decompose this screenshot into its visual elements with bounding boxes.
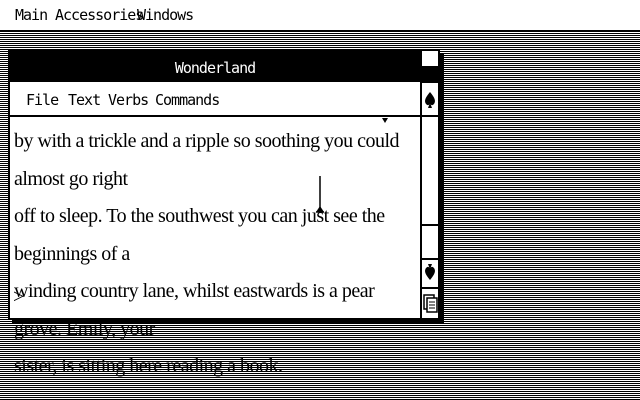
command-prompt[interactable]: > [13, 286, 24, 309]
wonderland-window: Wonderland File Text Verbs Commands by w… [8, 49, 440, 377]
story-line: winding country lane, whilst eastwards i… [14, 280, 375, 340]
scroll-thumb[interactable] [422, 224, 438, 260]
scroll-up-button[interactable] [422, 83, 438, 117]
menu-commands[interactable]: Commands [155, 91, 220, 109]
spade-down-icon [425, 264, 435, 280]
window-title: Wonderland [174, 59, 256, 77]
story-line: sister, is sitting here reading a book. [14, 355, 283, 377]
window-titlebar[interactable]: Wonderland [10, 51, 420, 82]
scroll-down-button[interactable] [422, 258, 438, 289]
story-line: by with a trickle and a ripple so soothi… [14, 130, 400, 190]
resize-icon [423, 294, 438, 313]
window-menubar: File Text Verbs Commands [10, 84, 420, 117]
story-text: by with a trickle and a ripple so soothi… [14, 123, 416, 377]
system-menubar: Main Accessories Windows [0, 0, 640, 32]
text-cursor-icon [316, 176, 324, 213]
vertical-scrollbar[interactable] [420, 51, 438, 318]
menu-accessories[interactable]: Accessories [55, 6, 144, 24]
scroll-track-upper[interactable] [422, 117, 438, 224]
mouse-pointer-icon [382, 118, 388, 123]
menu-text[interactable]: Text [68, 91, 101, 109]
menu-file[interactable]: File [26, 91, 59, 109]
menu-main[interactable]: Main [15, 6, 48, 24]
menu-windows[interactable]: Windows [137, 6, 194, 24]
spade-up-icon [425, 92, 435, 108]
menu-verbs[interactable]: Verbs [108, 91, 149, 109]
resize-box[interactable] [422, 289, 438, 318]
scroll-top-block [422, 68, 438, 83]
story-line: off to sleep. To the southwest you can j… [14, 205, 385, 265]
close-box[interactable] [422, 51, 438, 68]
